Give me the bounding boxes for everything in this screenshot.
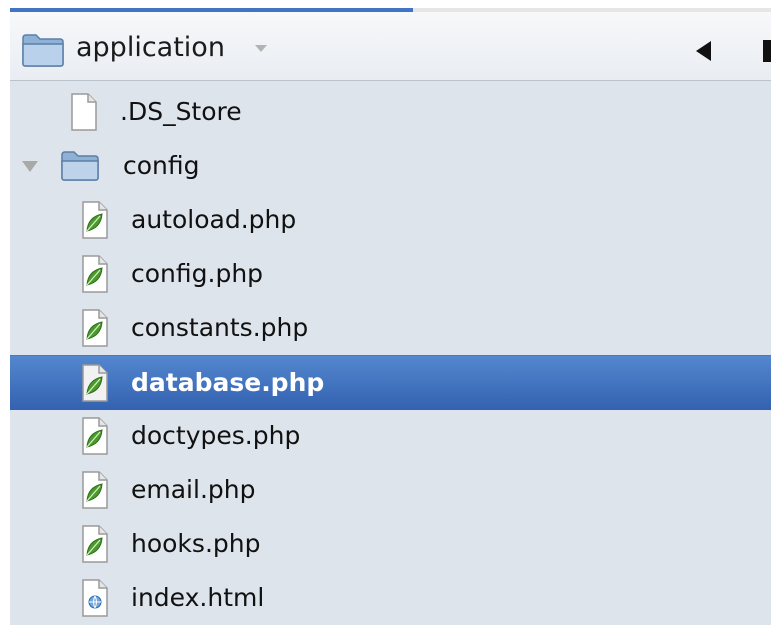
tree-row[interactable]: constants.php — [10, 301, 771, 355]
tree-item-label: config.php — [131, 259, 264, 288]
tree-row[interactable]: .DS_Store — [10, 85, 771, 139]
html-file-icon — [77, 578, 111, 618]
tree-item-label: config — [123, 151, 200, 180]
file-tree-pane: application .DS_Storeconfig autoload.php c… — [10, 8, 771, 625]
tree-item-label: hooks.php — [131, 529, 261, 558]
php-file-icon — [77, 470, 111, 510]
tree-row[interactable]: email.php — [10, 463, 771, 517]
folder-icon — [60, 150, 99, 190]
blank-file-icon — [66, 92, 100, 132]
php-file-icon — [77, 363, 111, 403]
tree-row[interactable]: hooks.php — [10, 517, 771, 571]
tree-item-label: constants.php — [131, 313, 309, 342]
php-file-icon — [77, 416, 111, 456]
php-file-icon — [77, 308, 111, 348]
tree-item-label: doctypes.php — [131, 421, 301, 450]
tree-item-label: autoload.php — [131, 205, 297, 234]
tree-item-label: database.php — [131, 368, 325, 397]
tree-row[interactable]: autoload.php — [10, 193, 771, 247]
php-file-icon — [77, 200, 111, 240]
tree-item-label: email.php — [131, 475, 256, 504]
tree-row[interactable]: database.php — [10, 355, 771, 410]
disclosure-triangle-icon[interactable] — [22, 161, 38, 172]
tree-row[interactable]: doctypes.php — [10, 409, 771, 463]
tree-row[interactable]: config.php — [10, 247, 771, 301]
tree-row[interactable]: index.html — [10, 571, 771, 625]
file-browser-window: application .DS_Storeconfig autoload.php c… — [0, 0, 771, 625]
tree-item-label: .DS_Store — [120, 97, 242, 126]
forward-arrow-icon[interactable] — [763, 40, 771, 62]
php-file-icon — [77, 254, 111, 294]
tree-item-label: index.html — [131, 583, 265, 612]
folder-icon — [22, 34, 64, 67]
php-file-icon — [77, 524, 111, 564]
folder-title[interactable]: application — [76, 30, 225, 66]
back-arrow-icon[interactable] — [696, 41, 711, 61]
tree-row[interactable]: config — [10, 139, 771, 193]
chevron-down-icon[interactable] — [255, 45, 267, 52]
folder-header[interactable]: application — [10, 12, 771, 81]
